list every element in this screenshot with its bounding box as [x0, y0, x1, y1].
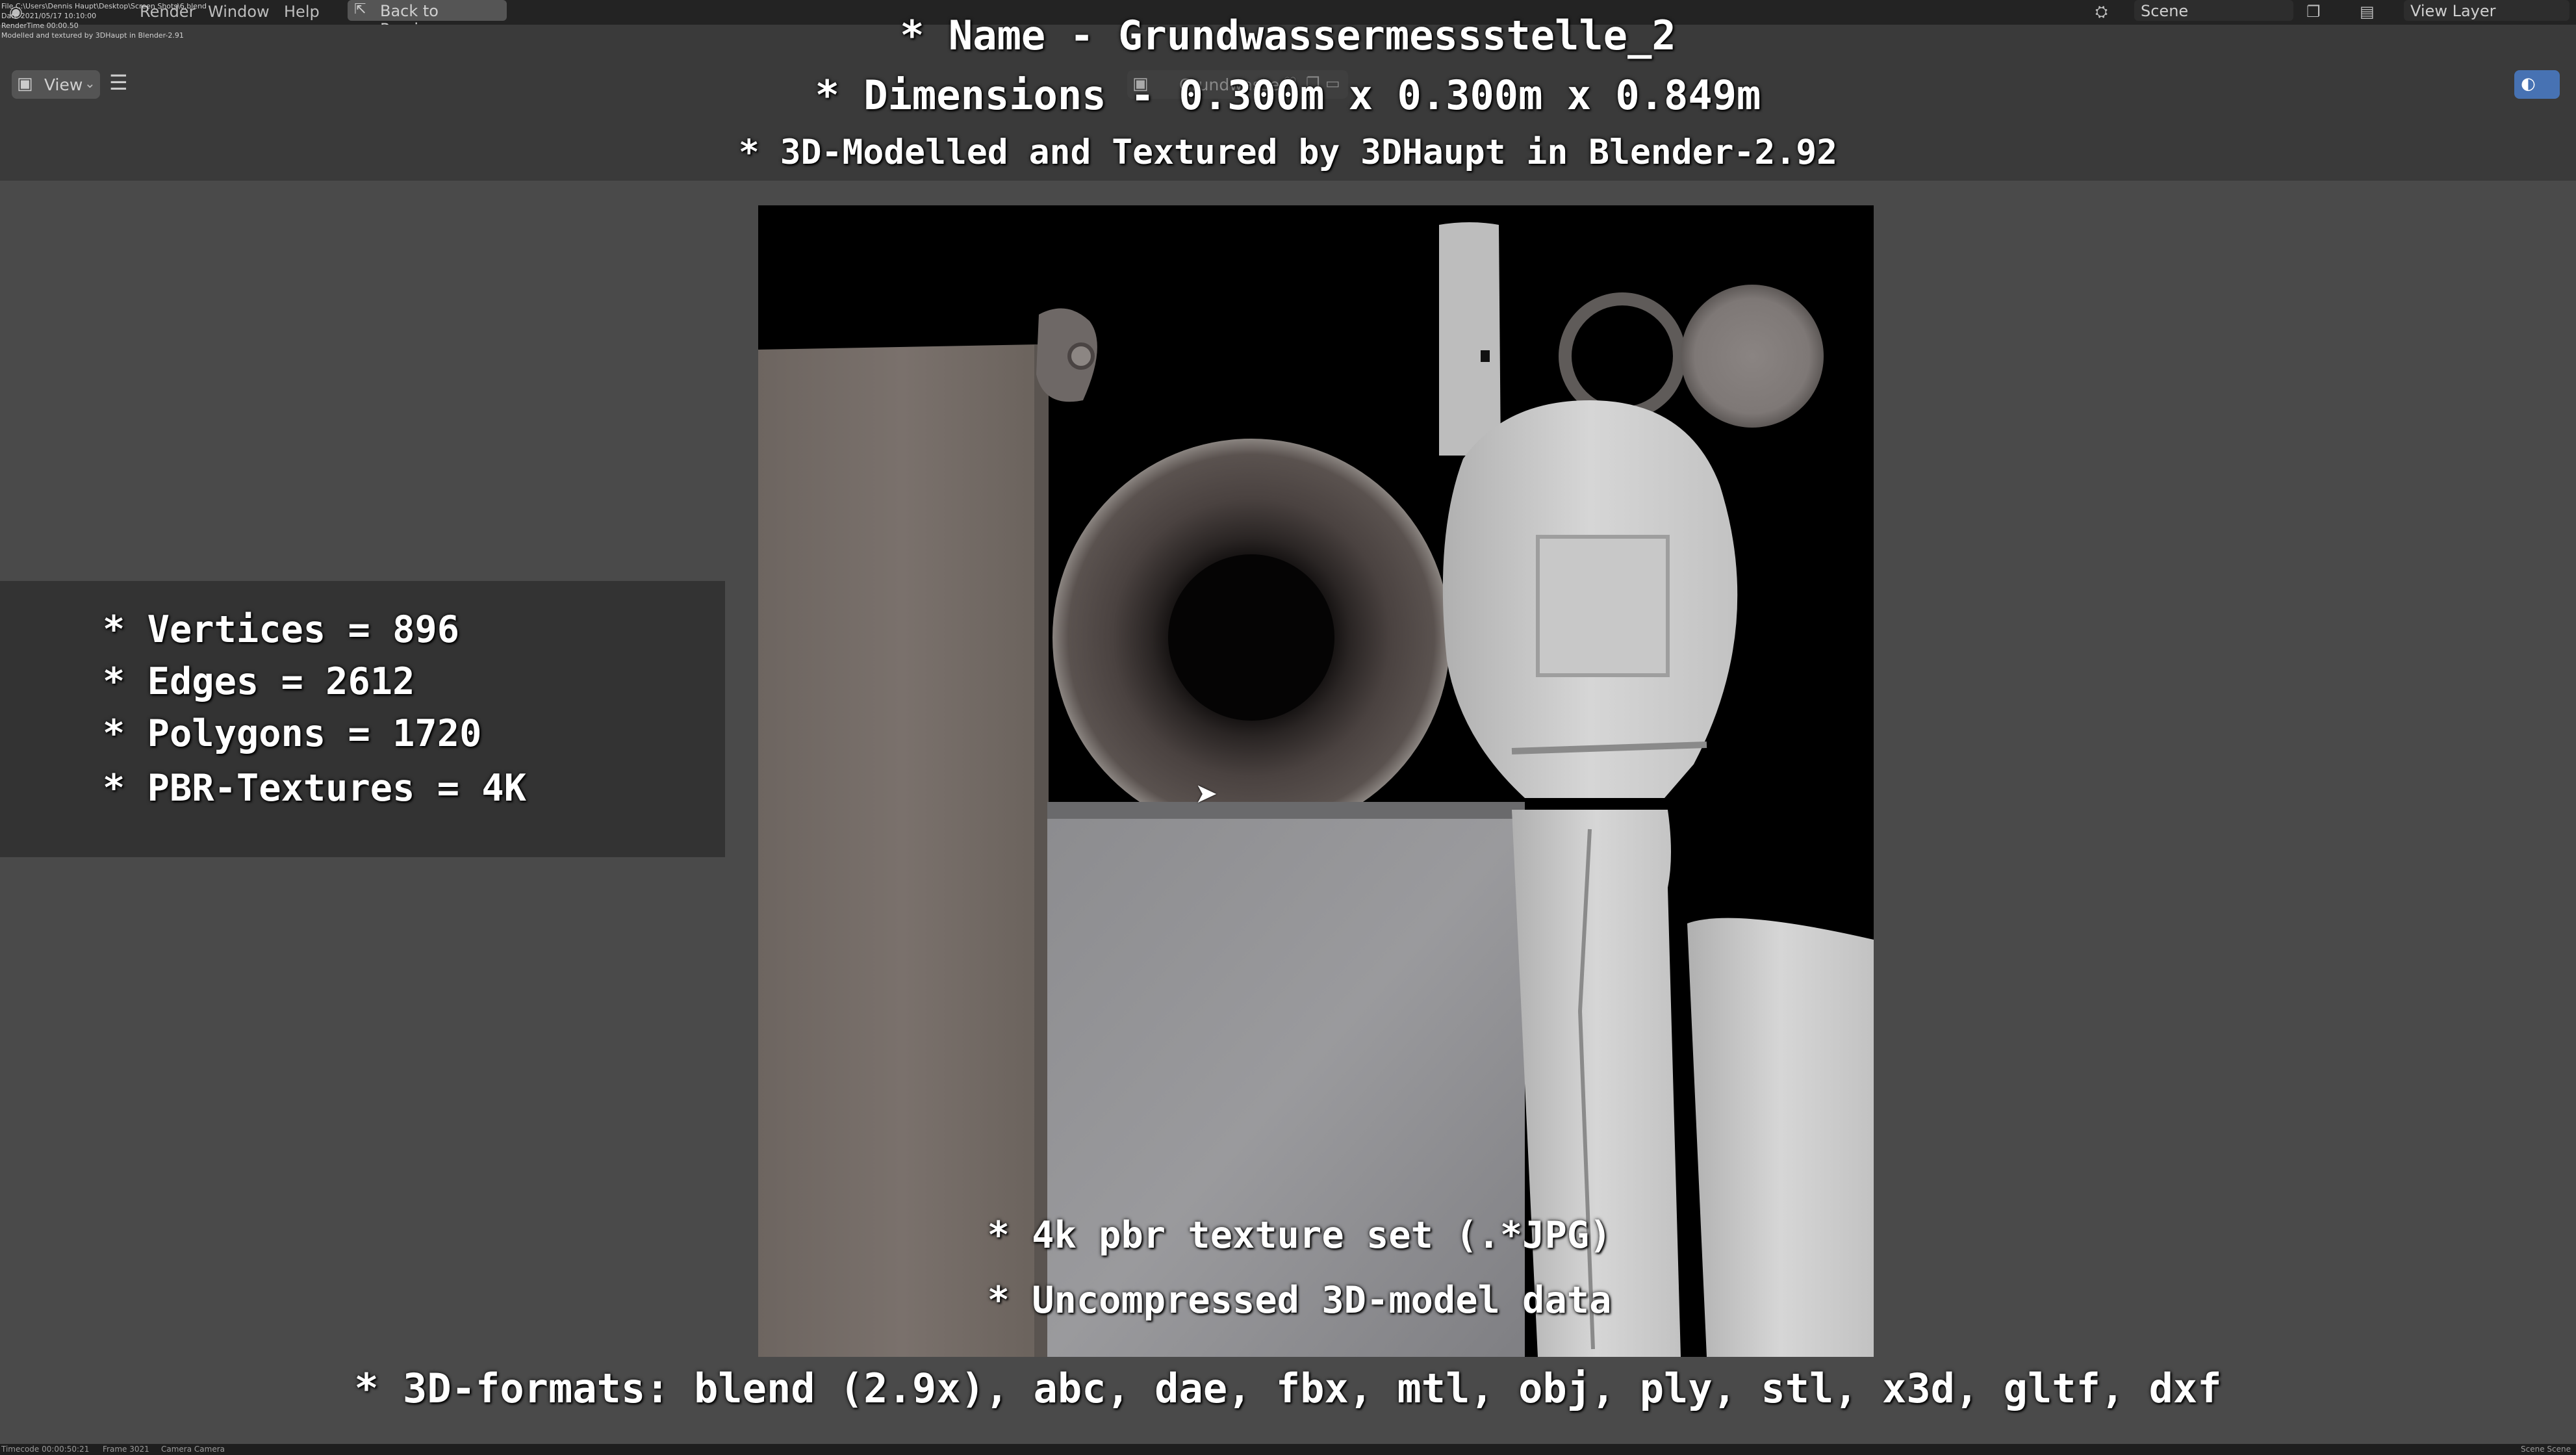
texture-top-block-hole	[1481, 350, 1490, 362]
file-info-path: File C:\Users\Dennis Haupt\Desktop\Scree…	[1, 2, 207, 10]
name-line: * Name - Grundwassermessstelle_2	[900, 12, 1676, 59]
stats-panel: * Vertices = 896 * Edges = 2612 * Polygo…	[0, 581, 725, 857]
credit-line: * 3D-Modelled and Textured by 3DHaupt in…	[738, 133, 1838, 172]
rendered-texture-image: ➤	[758, 205, 1874, 1357]
texture-small-cap-hole	[1067, 342, 1095, 370]
texture-big-ring-hole	[1168, 554, 1334, 721]
status-frame: Frame 3021	[103, 1445, 149, 1454]
texture-disk	[1681, 285, 1824, 428]
texture-top-block	[1439, 222, 1501, 456]
texture-set-line: * 4k pbr texture set (.*JPG)	[987, 1214, 1612, 1257]
texture-left-strip	[758, 344, 1047, 1357]
cursor-arrow-icon: ➤	[1195, 777, 1218, 809]
texture-white-leg-left	[1512, 810, 1681, 1357]
status-bar: Timecode 00:00:50:21 Frame 3021 Camera C…	[0, 1444, 2576, 1455]
texture-dark-ring-hole	[1572, 305, 1673, 407]
status-scene: Scene Scene	[2521, 1445, 2571, 1454]
dimensions-line: * Dimensions - 0.300m x 0.300m x 0.849m	[815, 71, 1761, 119]
texture-concrete-block	[1047, 819, 1525, 1357]
texture-concrete-block-edge	[1047, 802, 1525, 819]
status-timecode: Timecode 00:00:50:21	[1, 1445, 90, 1454]
uncompressed-line: * Uncompressed 3D-model data	[987, 1279, 1612, 1322]
stats-vertices: * Vertices = 896	[103, 608, 460, 651]
stats-polygons: * Polygons = 1720	[103, 712, 482, 755]
stats-edges: * Edges = 2612	[103, 660, 415, 703]
stats-textures: * PBR-Textures = 4K	[103, 767, 527, 810]
uv-texture-layout	[758, 222, 1874, 1357]
formats-line: * 3D-formats: blend (2.9x), abc, dae, fb…	[354, 1365, 2222, 1412]
texture-white-body-panel	[1536, 535, 1670, 677]
texture-left-strip-edge	[1034, 344, 1049, 1357]
status-camera: Camera Camera	[161, 1445, 225, 1454]
